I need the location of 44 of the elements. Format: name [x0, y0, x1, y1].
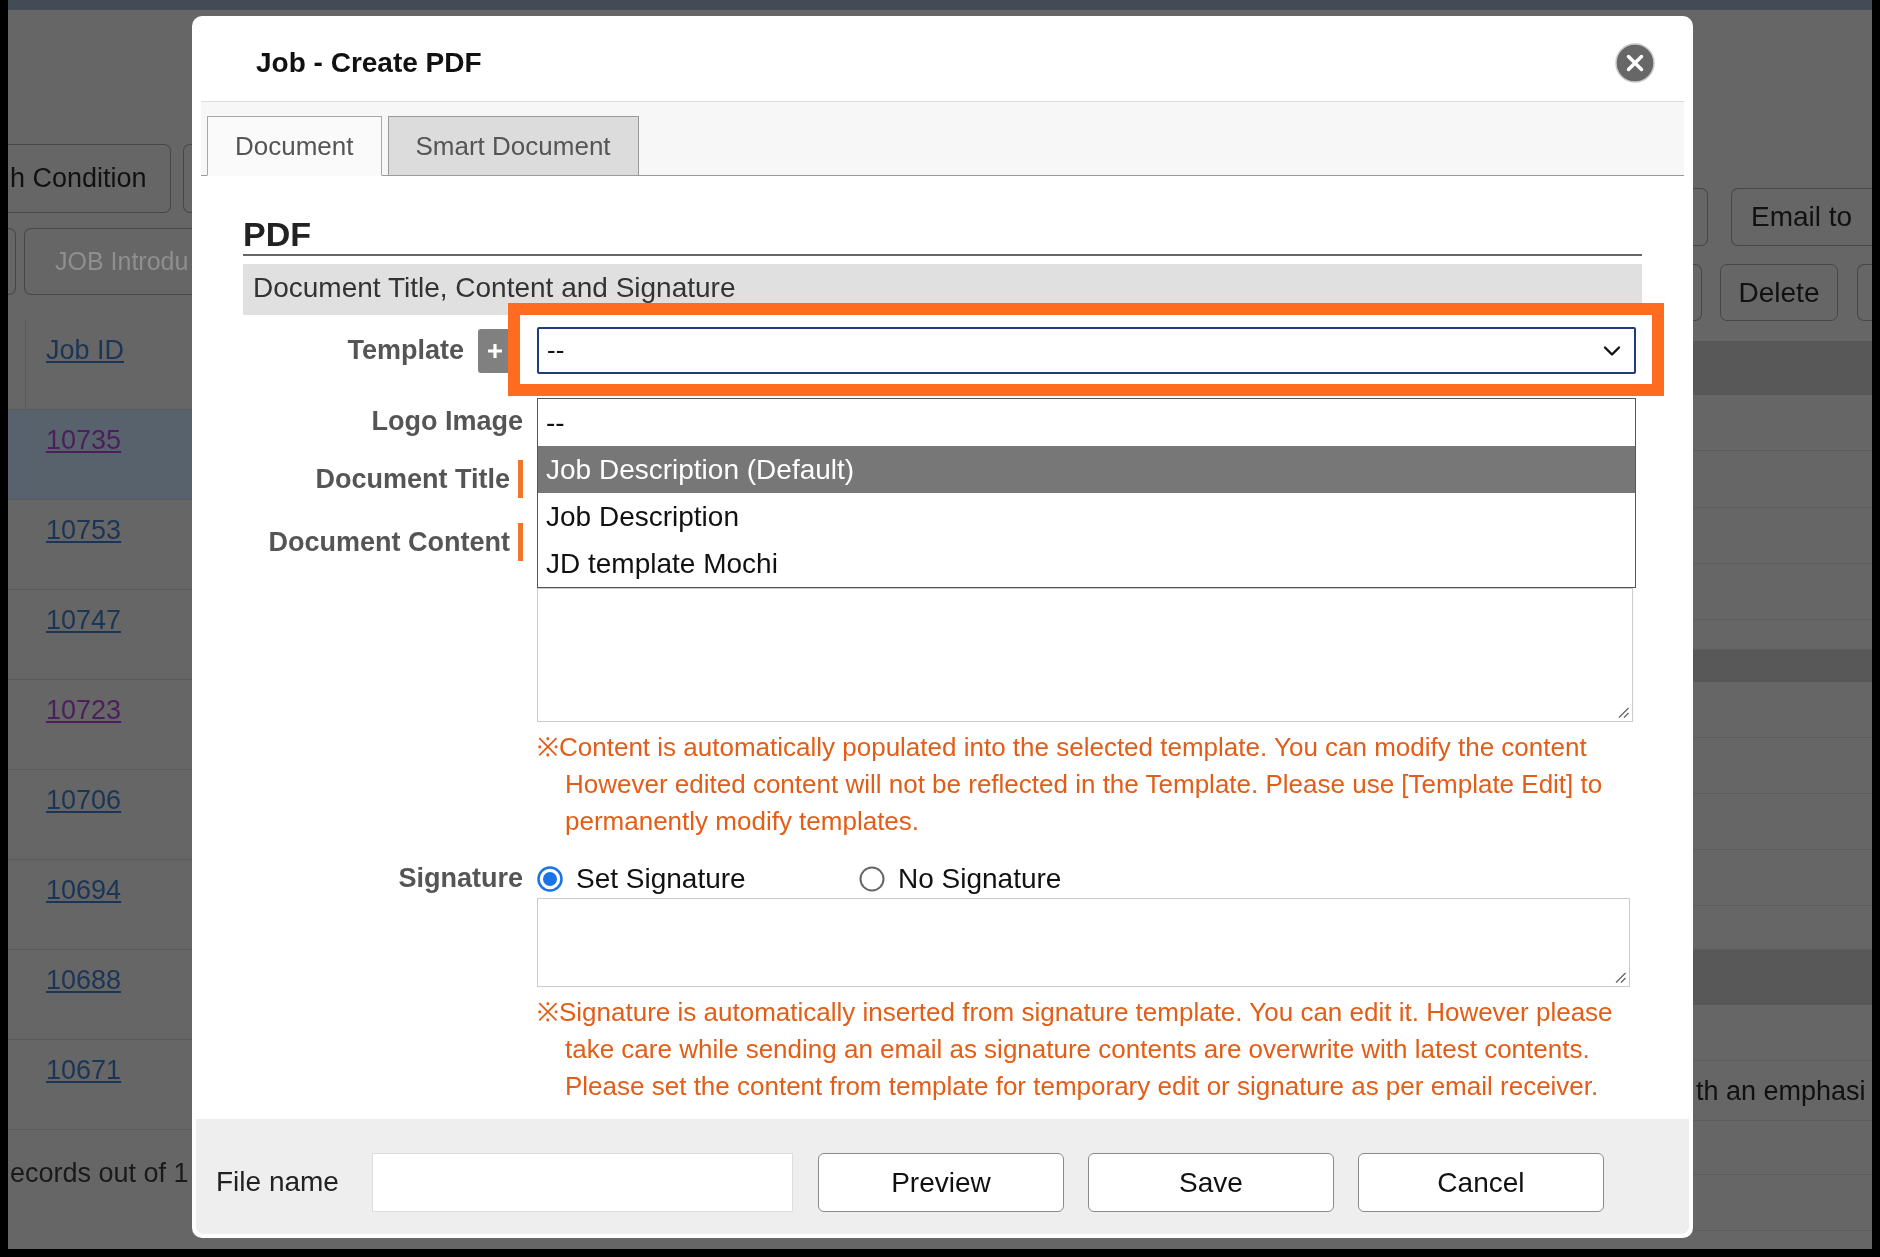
field-label: Document Content — [268, 525, 510, 559]
dropdown-option[interactable]: Job Description (Default) — [538, 446, 1635, 493]
dialog-title: Job - Create PDF — [256, 45, 482, 80]
record-number-link[interactable]: 10706 — [46, 784, 122, 816]
footer-button[interactable]: Save — [1087, 1153, 1334, 1212]
record-number-link[interactable]: 10671 — [46, 1054, 122, 1086]
column-header-link[interactable]: Job ID — [46, 334, 125, 366]
delete-button[interactable]: Delete — [1720, 264, 1838, 321]
record-number-link[interactable]: 10747 — [46, 604, 122, 636]
record-number-link[interactable]: 10694 — [46, 874, 122, 906]
record-number-link[interactable]: 10688 — [46, 964, 122, 996]
tab[interactable]: Document — [207, 116, 382, 176]
record-number-link[interactable]: 10753 — [46, 514, 122, 546]
field-label: Document Title — [315, 462, 510, 496]
button-edge — [8, 228, 16, 295]
table-cell-text: th an emphasi — [1696, 1074, 1866, 1108]
tab[interactable]: Smart Document — [387, 116, 639, 176]
signature-textarea[interactable] — [537, 898, 1630, 987]
email-button[interactable]: Email to — [1731, 188, 1872, 246]
button-edge — [1857, 264, 1872, 321]
record-number-link[interactable]: 10723 — [46, 694, 122, 726]
resize-handle-icon — [1618, 707, 1629, 718]
plus-icon — [487, 342, 503, 359]
field-label: Template — [347, 334, 464, 368]
help-text: ※Signature is automatically inserted from signature template. You can edit it. However please take care while sending an email as signature contents are overwrite with latest contents. Please set the content from template for temporary edit or signature as per email receiver. — [537, 996, 1614, 1103]
radio-option[interactable]: No Signature — [859, 858, 1062, 900]
resize-handle-icon — [1615, 972, 1626, 983]
close-button[interactable] — [1615, 42, 1655, 83]
filter-button[interactable]: h Condition — [8, 144, 171, 213]
field-label: Logo Image — [371, 404, 523, 438]
section-heading: PDF — [243, 214, 311, 254]
footer-button[interactable]: Preview — [817, 1153, 1064, 1212]
close-icon — [1615, 42, 1655, 83]
section-title: Document Title, Content and Signature — [253, 273, 736, 302]
help-text: ※Content is automatically populated into the selected template. You can modify the content However edited content will not be reflected in the Template. Please use [Template Edit] to permanently modify templates. — [537, 731, 1604, 838]
field-label: Signature — [398, 861, 523, 895]
content-textarea[interactable] — [537, 588, 1633, 722]
template-select[interactable]: -- — [537, 327, 1636, 374]
field-label: File name — [216, 1165, 339, 1199]
record-count-text: ecords out of 1 — [9, 1157, 189, 1190]
file-name-input[interactable] — [371, 1153, 793, 1212]
footer-button[interactable]: Cancel — [1357, 1153, 1604, 1212]
radio-option[interactable]: Set Signature — [537, 858, 746, 900]
record-number-link[interactable]: 10735 — [46, 424, 122, 456]
